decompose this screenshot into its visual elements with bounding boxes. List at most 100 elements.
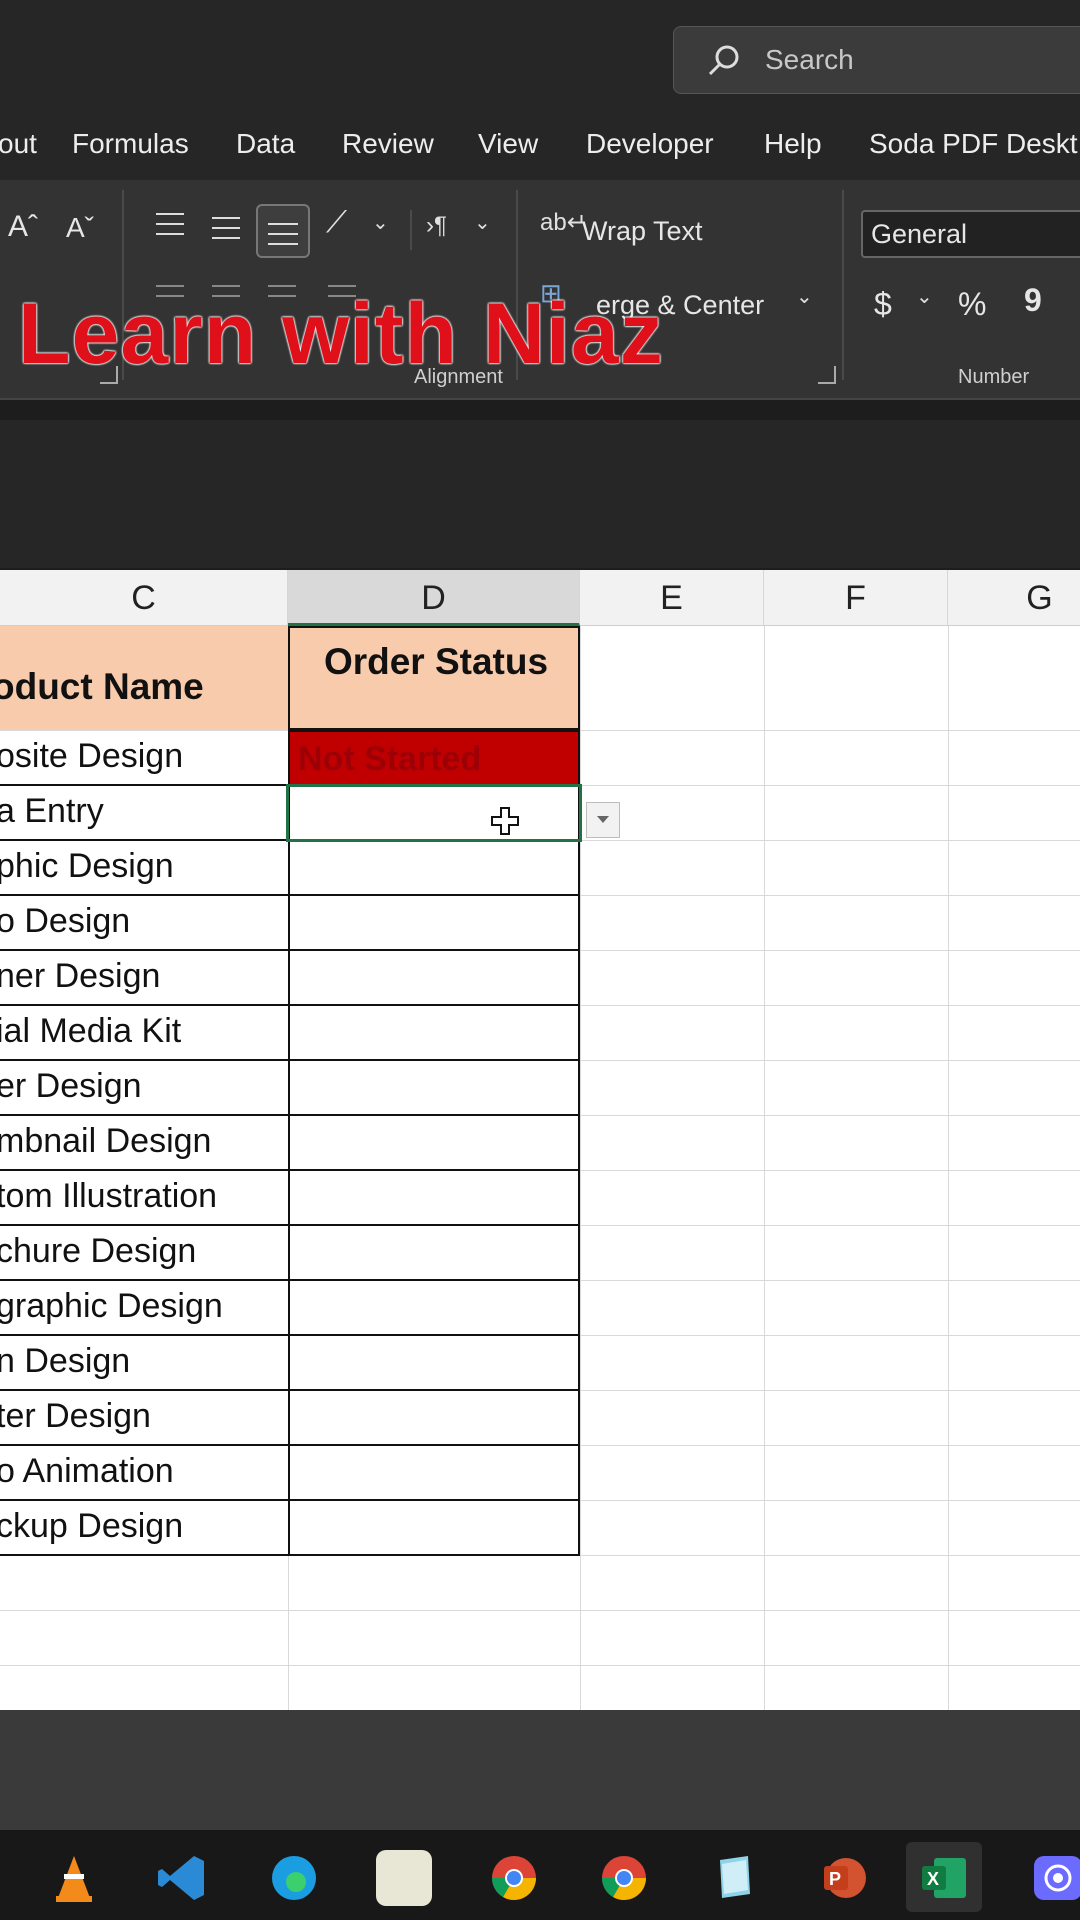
increase-font-button[interactable]: Aˆ — [8, 210, 38, 244]
product-cell[interactable]: tom Illustration — [0, 1177, 217, 1216]
divider — [842, 190, 844, 380]
cell-border — [0, 1279, 290, 1281]
status-cell[interactable] — [288, 1059, 580, 1116]
tab-data[interactable]: Data — [236, 128, 295, 160]
product-cell[interactable]: n Design — [0, 1342, 130, 1381]
edge-icon[interactable] — [266, 1850, 322, 1906]
product-cell[interactable]: ter Design — [0, 1397, 151, 1436]
product-cell[interactable]: ner Design — [0, 957, 160, 996]
chevron-down-icon — [597, 816, 609, 823]
divider — [410, 210, 412, 250]
column-header-g[interactable]: G — [948, 570, 1080, 626]
validation-dropdown-button[interactable] — [586, 802, 620, 838]
status-cell[interactable] — [288, 1004, 580, 1061]
gridline — [764, 626, 765, 1710]
text-direction-icon[interactable]: ›¶ — [426, 212, 447, 240]
orientation-icon[interactable]: ⟋ — [326, 206, 347, 240]
status-cell[interactable] — [288, 839, 580, 896]
notepad-icon[interactable] — [706, 1850, 762, 1906]
product-cell[interactable]: ial Media Kit — [0, 1012, 181, 1051]
column-header-c[interactable]: C — [0, 570, 288, 626]
comma-style-button[interactable]: 9 — [1024, 282, 1042, 319]
chevron-down-icon[interactable]: ⌄ — [474, 210, 491, 235]
product-cell[interactable]: chure Design — [0, 1232, 196, 1271]
search-box[interactable]: Search — [673, 26, 1080, 94]
cell-border — [0, 1059, 290, 1061]
align-top-icon[interactable] — [152, 210, 188, 240]
status-cell[interactable] — [288, 1279, 580, 1336]
chevron-down-icon[interactable]: ⌄ — [372, 210, 389, 235]
align-middle-icon[interactable] — [208, 214, 244, 244]
tab-formulas[interactable]: Formulas — [72, 128, 189, 160]
status-cell[interactable] — [288, 1334, 580, 1391]
chevron-down-icon[interactable]: ⌄ — [916, 284, 933, 309]
order-status-heading: Order Status — [323, 641, 549, 682]
cell-border — [0, 1114, 290, 1116]
cell-border — [0, 1334, 290, 1336]
tab-view[interactable]: View — [478, 128, 538, 160]
product-cell[interactable]: phic Design — [0, 847, 174, 886]
tab-layout[interactable]: out — [0, 128, 37, 160]
cell-border — [0, 894, 290, 896]
active-cell[interactable] — [286, 784, 582, 842]
cell-border — [0, 1554, 290, 1556]
product-name-heading: oduct Name — [0, 666, 204, 707]
status-cell[interactable] — [288, 894, 580, 951]
status-cell-not-started[interactable]: Not Started — [288, 730, 580, 786]
percent-button[interactable]: % — [958, 286, 986, 323]
vscode-icon[interactable] — [154, 1850, 210, 1906]
product-cell[interactable]: graphic Design — [0, 1287, 223, 1326]
align-bottom-button[interactable] — [256, 204, 310, 258]
currency-button[interactable]: $ — [874, 286, 892, 323]
status-cell[interactable] — [288, 1169, 580, 1226]
title-bar: Search — [0, 0, 1080, 112]
chevron-down-icon[interactable]: ⌄ — [796, 284, 813, 309]
product-cell[interactable]: a Entry — [0, 792, 104, 831]
excel-icon[interactable]: X — [916, 1850, 972, 1906]
product-cell[interactable]: o Animation — [0, 1452, 174, 1491]
column-header-e[interactable]: E — [580, 570, 764, 626]
status-cell[interactable] — [288, 1444, 580, 1501]
product-cell[interactable]: o Design — [0, 902, 130, 941]
status-cell[interactable] — [288, 1499, 580, 1556]
chrome-profile-icon[interactable] — [596, 1850, 652, 1906]
number-group-label: Number — [958, 366, 1030, 388]
cell-border — [0, 1389, 290, 1391]
gridline — [0, 1665, 1080, 1666]
status-bar — [0, 1710, 1080, 1830]
vlc-icon[interactable] — [46, 1850, 102, 1906]
column-header-f[interactable]: F — [764, 570, 948, 626]
status-cell[interactable] — [288, 1224, 580, 1281]
worksheet-grid[interactable]: C D E F G oduct Name Order Status osite … — [0, 570, 1080, 1710]
chrome-icon[interactable] — [486, 1850, 542, 1906]
taskbar: P X — [0, 1830, 1080, 1920]
tab-review[interactable]: Review — [342, 128, 434, 160]
tab-help[interactable]: Help — [764, 128, 822, 160]
alignment-dialog-launcher[interactable] — [818, 366, 836, 384]
product-cell[interactable]: er Design — [0, 1067, 142, 1106]
product-cell[interactable]: mbnail Design — [0, 1122, 211, 1161]
decrease-font-button[interactable]: Aˇ — [66, 212, 94, 244]
status-cell[interactable] — [288, 1389, 580, 1446]
watermark-overlay: Learn with Niaz — [18, 286, 664, 382]
tab-soda-pdf[interactable]: Soda PDF Deskt — [869, 128, 1078, 160]
number-format-dropdown[interactable]: General — [861, 210, 1080, 258]
blank-app-icon[interactable] — [376, 1850, 432, 1906]
gridline — [948, 626, 949, 1710]
product-cell[interactable]: osite Design — [0, 737, 183, 776]
status-cell[interactable] — [288, 1114, 580, 1171]
header-cell-order-status[interactable]: Order Status — [288, 626, 580, 730]
formula-area — [0, 420, 1080, 568]
wrap-text-button[interactable]: Wrap Text — [582, 216, 703, 247]
powerpoint-icon[interactable]: P — [816, 1850, 872, 1906]
screen-recorder-icon[interactable] — [1030, 1850, 1080, 1906]
status-cell[interactable] — [288, 949, 580, 1006]
cell-border — [0, 1169, 290, 1171]
product-cell[interactable]: ckup Design — [0, 1507, 183, 1546]
header-cell-product-name[interactable]: oduct Name — [0, 626, 288, 730]
column-header-d[interactable]: D — [288, 570, 580, 626]
svg-text:X: X — [927, 1869, 939, 1889]
tab-developer[interactable]: Developer — [586, 128, 714, 160]
cell-border — [0, 784, 290, 786]
align-bottom-icon — [268, 223, 298, 245]
